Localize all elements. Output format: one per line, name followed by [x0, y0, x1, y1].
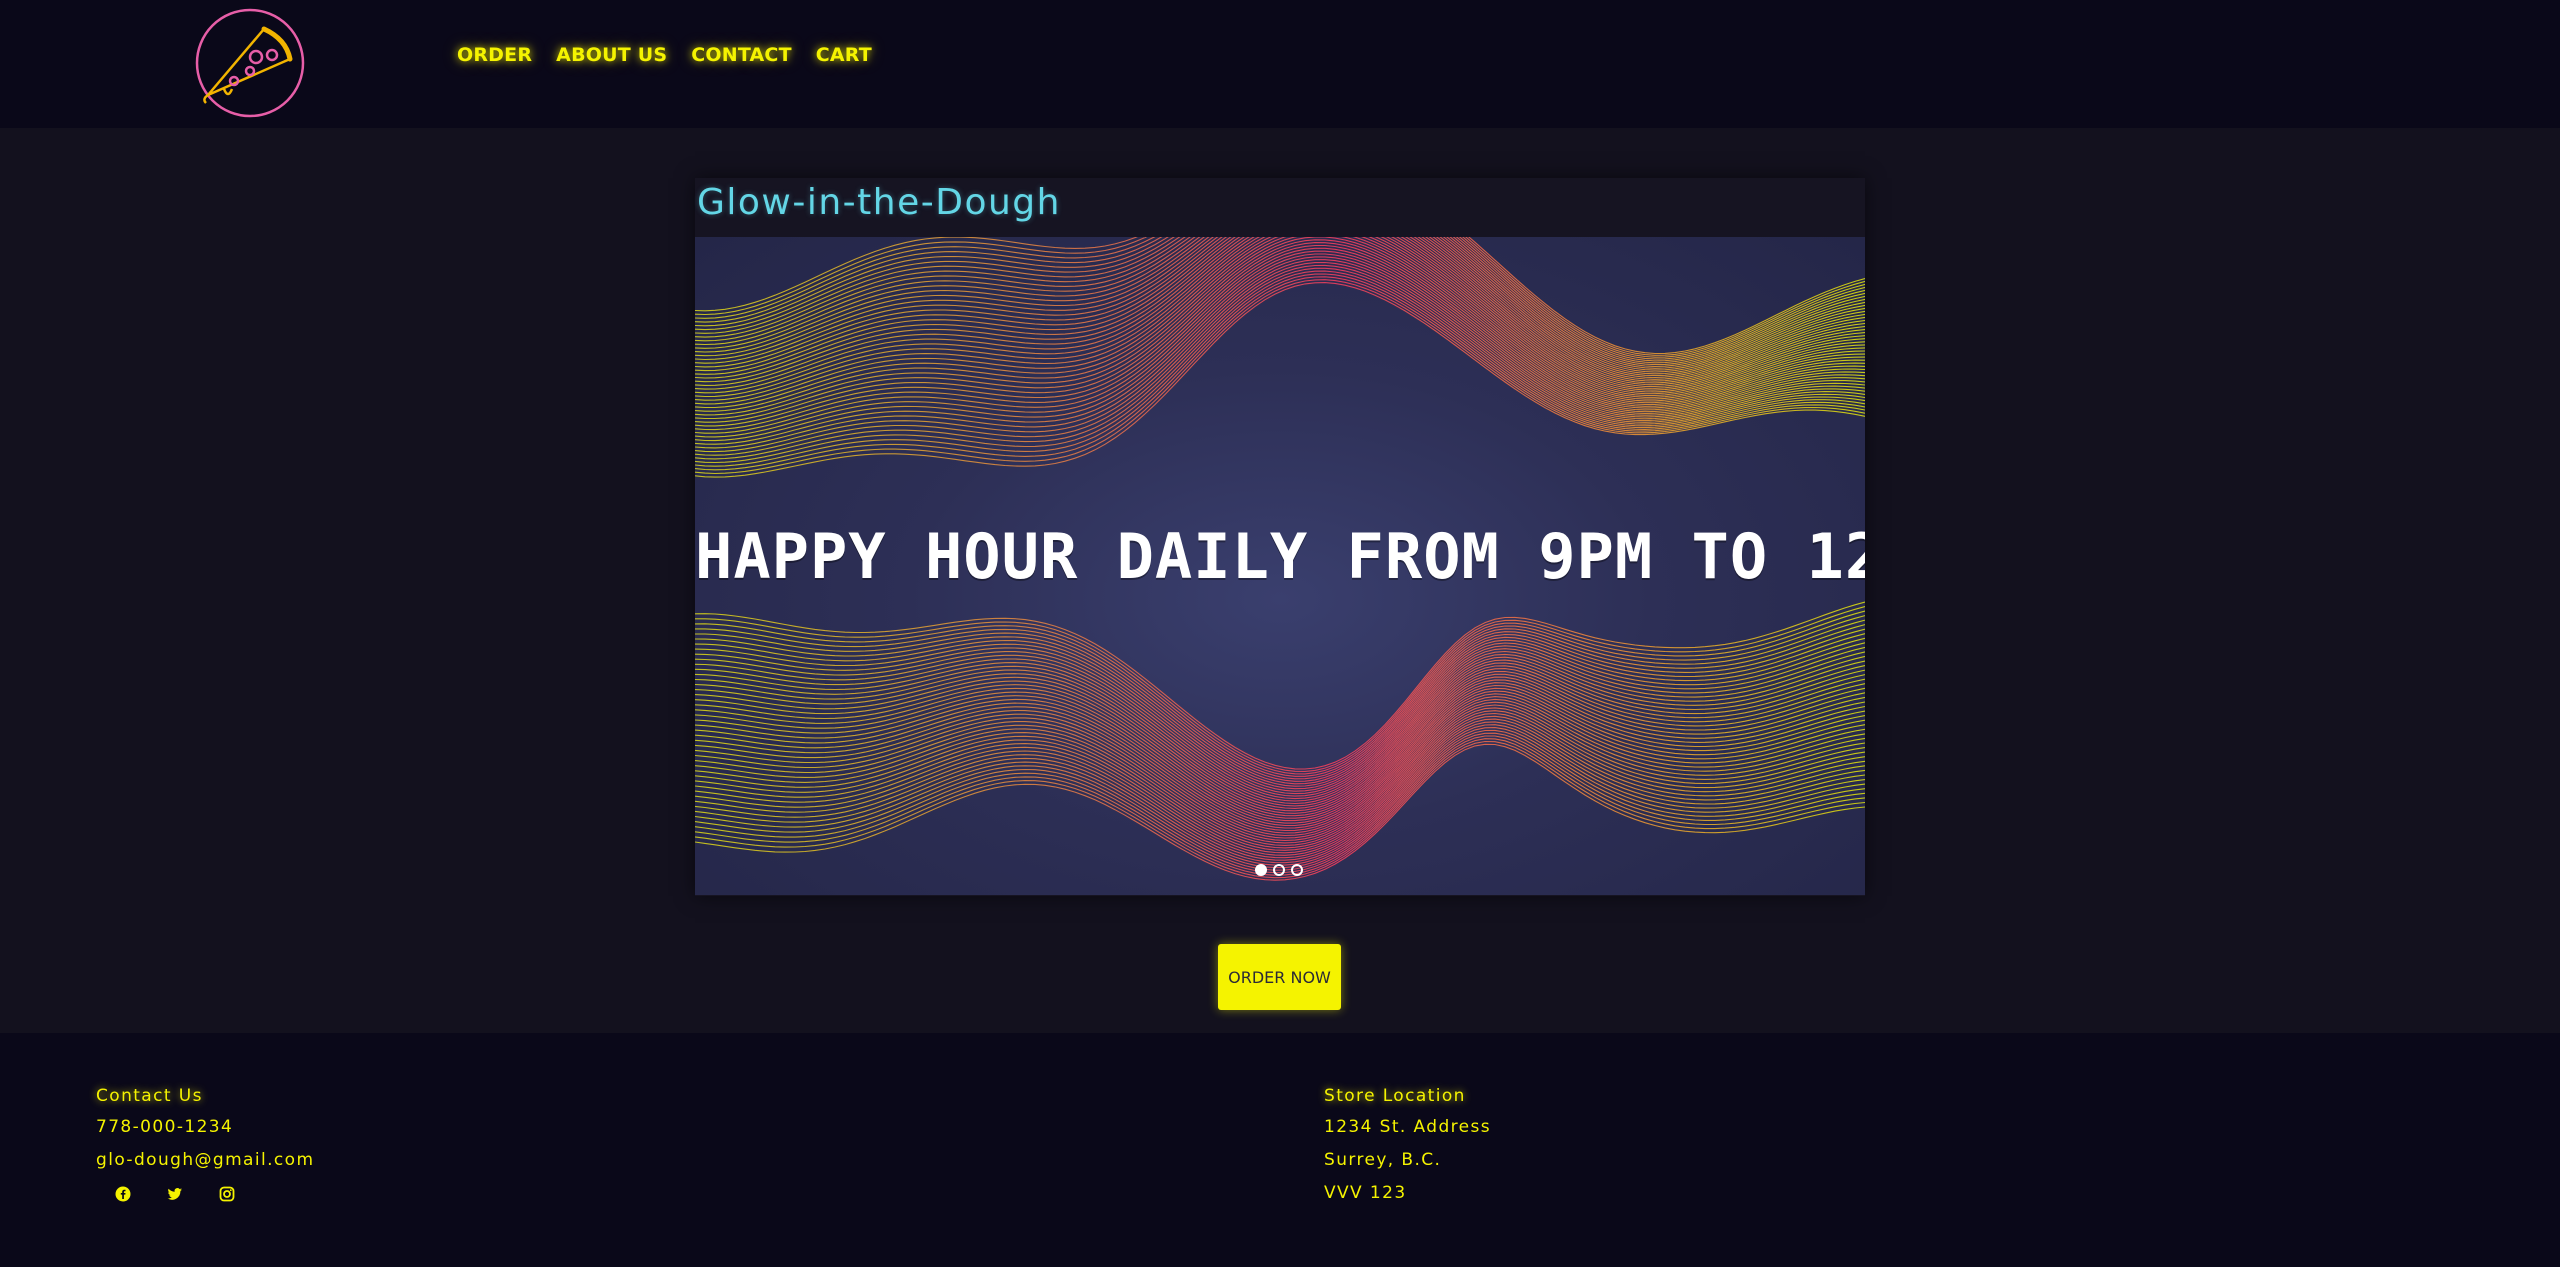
- wave-line: [695, 237, 1865, 391]
- wave-line: [695, 628, 1865, 785]
- instagram-icon[interactable]: [212, 1179, 242, 1209]
- location-address: 1234 St. Address: [1324, 1117, 1492, 1137]
- facebook-icon[interactable]: [108, 1179, 138, 1209]
- wave-line: [695, 237, 1865, 360]
- wave-line: [695, 237, 1865, 380]
- contact-heading: Contact Us: [96, 1086, 203, 1106]
- carousel-dot-1[interactable]: [1255, 864, 1267, 876]
- contact-phone[interactable]: 778-000-1234: [96, 1111, 314, 1144]
- location-section: Store Location 1234 St. Address Surrey, …: [1324, 1081, 1491, 1210]
- location-city: Surrey, B.C.: [1324, 1150, 1442, 1170]
- wave-line: [695, 601, 1865, 770]
- happy-hour-text: HAPPY HOUR DAILY FROM 9PM TO 12AM: [695, 520, 1865, 593]
- carousel-dot-2[interactable]: [1273, 864, 1285, 876]
- pizza-logo-icon[interactable]: [194, 7, 306, 119]
- carousel-indicators: [1255, 864, 1303, 876]
- wave-line: [695, 253, 1865, 442]
- carousel-dot-3[interactable]: [1291, 864, 1303, 876]
- wave-line: [695, 237, 1865, 416]
- wave-line: [695, 684, 1865, 829]
- social-links: [96, 1179, 314, 1209]
- main-nav: ORDER ABOUT US CONTACT CART: [457, 44, 872, 66]
- twitter-icon[interactable]: [160, 1179, 190, 1209]
- contact-email[interactable]: glo-dough@gmail.com: [96, 1144, 314, 1177]
- wave-line: [695, 270, 1865, 464]
- wave-line: [695, 710, 1865, 851]
- nav-contact[interactable]: CONTACT: [691, 44, 792, 66]
- promo-card: Glow-in-the-Dough HAPPY HOUR DAILY FROM …: [695, 178, 1865, 896]
- site-header: ORDER ABOUT US CONTACT CART: [0, 0, 2560, 128]
- contact-section: Contact Us 778-000-1234 glo-dough@gmail.…: [96, 1081, 314, 1209]
- wave-line: [695, 724, 1865, 864]
- site-footer: Contact Us 778-000-1234 glo-dough@gmail.…: [0, 1033, 2560, 1267]
- location-postal: VVV 123: [1324, 1183, 1407, 1203]
- main-content: Glow-in-the-Dough HAPPY HOUR DAILY FROM …: [0, 128, 2560, 1033]
- brand-title: Glow-in-the-Dough: [697, 182, 1061, 223]
- nav-order[interactable]: ORDER: [457, 44, 532, 66]
- nav-cart[interactable]: CART: [816, 44, 872, 66]
- location-heading: Store Location: [1324, 1086, 1466, 1106]
- nav-about-us[interactable]: ABOUT US: [556, 44, 667, 66]
- wave-line: [695, 237, 1865, 362]
- wave-line: [695, 237, 1865, 355]
- carousel-slide[interactable]: HAPPY HOUR DAILY FROM 9PM TO 12AM: [695, 237, 1865, 895]
- order-now-button[interactable]: ORDER NOW: [1218, 944, 1341, 1010]
